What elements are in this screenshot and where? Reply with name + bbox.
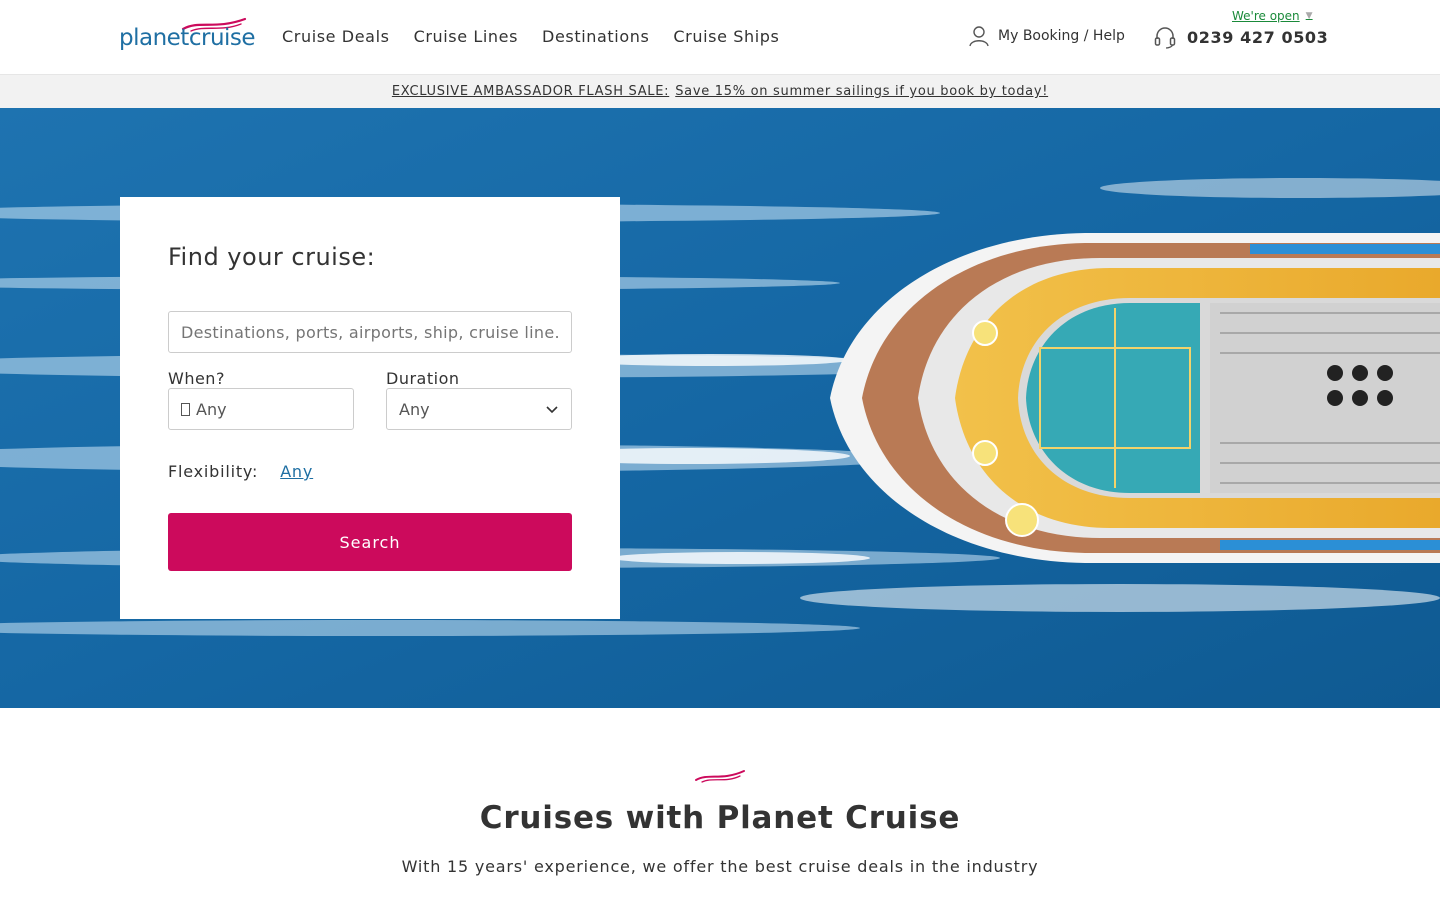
- when-value: Any: [196, 399, 227, 419]
- logo-wordmark: planetcruise: [119, 25, 256, 51]
- opening-hours-link[interactable]: We're open ▼: [1232, 9, 1313, 23]
- calendar-icon: [181, 402, 190, 416]
- section-subtitle: With 15 years' experience, we offer the …: [401, 857, 1039, 876]
- chevron-down-icon: [546, 406, 558, 414]
- main-nav: Cruise Deals Cruise Lines Destinations C…: [282, 26, 803, 48]
- planet-cruise-logo[interactable]: planetcruise: [119, 16, 256, 52]
- when-label: When?: [168, 369, 225, 388]
- brand-swoosh-icon: [695, 770, 745, 783]
- cruise-search-card: Find your cruise: When? Duration Any Any…: [120, 197, 620, 619]
- phone-number: 0239 427 0503: [1187, 27, 1329, 47]
- duration-value: Any: [399, 399, 430, 419]
- chevron-down-icon: ▼: [1305, 11, 1313, 21]
- phone-contact[interactable]: 0239 427 0503: [1153, 25, 1328, 49]
- my-booking-label: My Booking / Help: [998, 28, 1125, 44]
- nav-destinations[interactable]: Destinations: [542, 26, 649, 48]
- promo-bar: EXCLUSIVE AMBASSADOR FLASH SALE: Save 15…: [0, 74, 1440, 108]
- hero-banner: Find your cruise: When? Duration Any Any…: [0, 108, 1440, 708]
- site-header: planetcruise Cruise Deals Cruise Lines D…: [0, 0, 1440, 74]
- nav-cruise-lines[interactable]: Cruise Lines: [414, 26, 518, 48]
- open-status-text: We're open: [1232, 9, 1300, 23]
- section-title: Cruises with Planet Cruise: [479, 800, 961, 836]
- when-date-picker[interactable]: Any: [168, 388, 354, 430]
- nav-cruise-ships[interactable]: Cruise Ships: [673, 26, 779, 48]
- headset-icon: [1154, 27, 1176, 49]
- duration-select[interactable]: Any: [386, 388, 572, 430]
- my-booking-link[interactable]: My Booking / Help: [968, 25, 1125, 47]
- duration-label: Duration: [386, 369, 460, 388]
- destination-search-input[interactable]: [168, 311, 572, 353]
- flexibility-row: Flexibility: Any: [168, 462, 313, 481]
- search-title: Find your cruise:: [168, 243, 376, 271]
- promo-link[interactable]: Save 15% on summer sailings if you book …: [675, 84, 1048, 99]
- flexibility-label: Flexibility:: [168, 462, 259, 481]
- nav-cruise-deals[interactable]: Cruise Deals: [282, 26, 390, 48]
- flexibility-link[interactable]: Any: [280, 462, 313, 481]
- user-icon: [969, 26, 989, 47]
- promo-label: EXCLUSIVE AMBASSADOR FLASH SALE:: [391, 84, 670, 99]
- search-button[interactable]: Search: [168, 513, 572, 571]
